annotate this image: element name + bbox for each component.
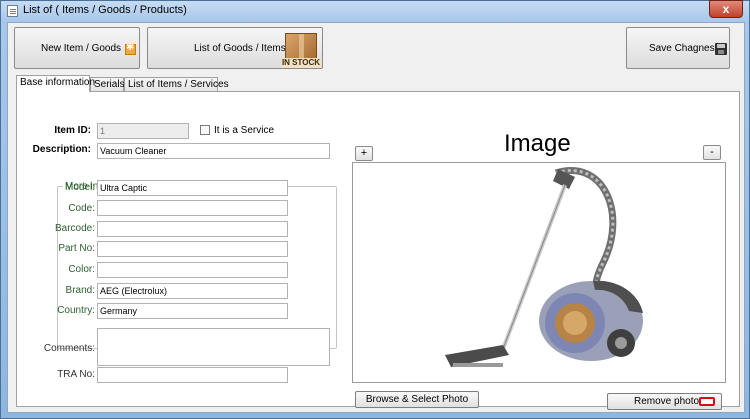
tab-serials[interactable]: Serials [90, 77, 125, 92]
brand-label: Brand: [65, 285, 95, 296]
app-window: List of ( Items / Goods / Products) x Ne… [0, 0, 750, 419]
code-label: Code: [68, 203, 95, 214]
list-icon [7, 5, 18, 17]
service-label: It is a Service [214, 125, 275, 136]
in-stock-tag: IN STOCK [281, 58, 321, 68]
floppy-disk-icon [715, 43, 727, 55]
new-item-button[interactable]: New Item / Goods [14, 27, 140, 69]
remove-photo-button[interactable]: Remove photo [607, 393, 722, 410]
remove-icon [699, 397, 715, 406]
list-goods-label: List of Goods / Items [194, 43, 286, 54]
zoom-in-button[interactable]: + [355, 146, 373, 161]
tab-base-information[interactable]: Base information [16, 75, 95, 92]
new-item-icon [125, 42, 136, 55]
dust-core [563, 311, 587, 335]
vacuum-cleaner-photo [445, 167, 643, 367]
title-bar[interactable]: List of ( Items / Goods / Products) x [1, 0, 749, 21]
description-field[interactable]: Vacuum Cleaner [97, 143, 330, 159]
box-body [285, 33, 317, 60]
wheel-hub [615, 337, 627, 349]
comments-textarea[interactable] [97, 328, 330, 366]
close-button[interactable]: x [709, 0, 743, 18]
remove-photo-label: Remove photo [634, 396, 700, 407]
image-title: Image [504, 130, 571, 157]
barcode-label: Barcode: [54, 223, 95, 234]
save-changes-button[interactable]: Save Chagnes [626, 27, 730, 69]
nozzle-wheel [453, 363, 503, 367]
browse-select-photo-button[interactable]: Browse & Select Photo [355, 391, 479, 408]
photo-frame [352, 162, 726, 383]
model-field[interactable]: Ultra Captic [97, 180, 288, 196]
window-title: List of ( Items / Goods / Products) [23, 4, 187, 16]
part-no-label: Part No: [58, 243, 95, 254]
item-id-label: Item ID: [54, 125, 91, 136]
new-item-label: New Item / Goods [41, 43, 122, 54]
service-checkbox[interactable] [200, 125, 210, 135]
color-field[interactable] [97, 262, 288, 278]
item-id-field[interactable]: 1 [97, 123, 189, 139]
comments-label: Comments: [43, 343, 95, 354]
tra-no-field[interactable] [97, 367, 288, 383]
in-stock-box-icon: IN STOCK [281, 30, 321, 68]
part-no-field[interactable] [97, 241, 288, 257]
barcode-field[interactable] [97, 221, 288, 237]
code-field[interactable] [97, 200, 288, 216]
list-goods-button[interactable]: List of Goods / Items IN STOCK [147, 27, 323, 69]
color-label: Color: [68, 264, 95, 275]
country-field[interactable]: Germany [97, 303, 288, 319]
country-label: Country: [57, 305, 95, 316]
description-label: Description: [32, 144, 91, 155]
tab-list-items-services[interactable]: List of Items / Services [124, 77, 229, 92]
client-area: New Item / Goods List of Goods / Items I… [7, 22, 745, 413]
zoom-out-button[interactable]: - [703, 145, 721, 160]
model-label: Model: [64, 182, 95, 193]
save-changes-label: Save Chagnes [649, 43, 715, 54]
brand-field[interactable]: AEG (Electrolux) [97, 283, 288, 299]
base-information-panel: Item ID: 1 It is a Service Description: … [16, 91, 740, 410]
tra-no-label: TRA No: [57, 369, 95, 380]
